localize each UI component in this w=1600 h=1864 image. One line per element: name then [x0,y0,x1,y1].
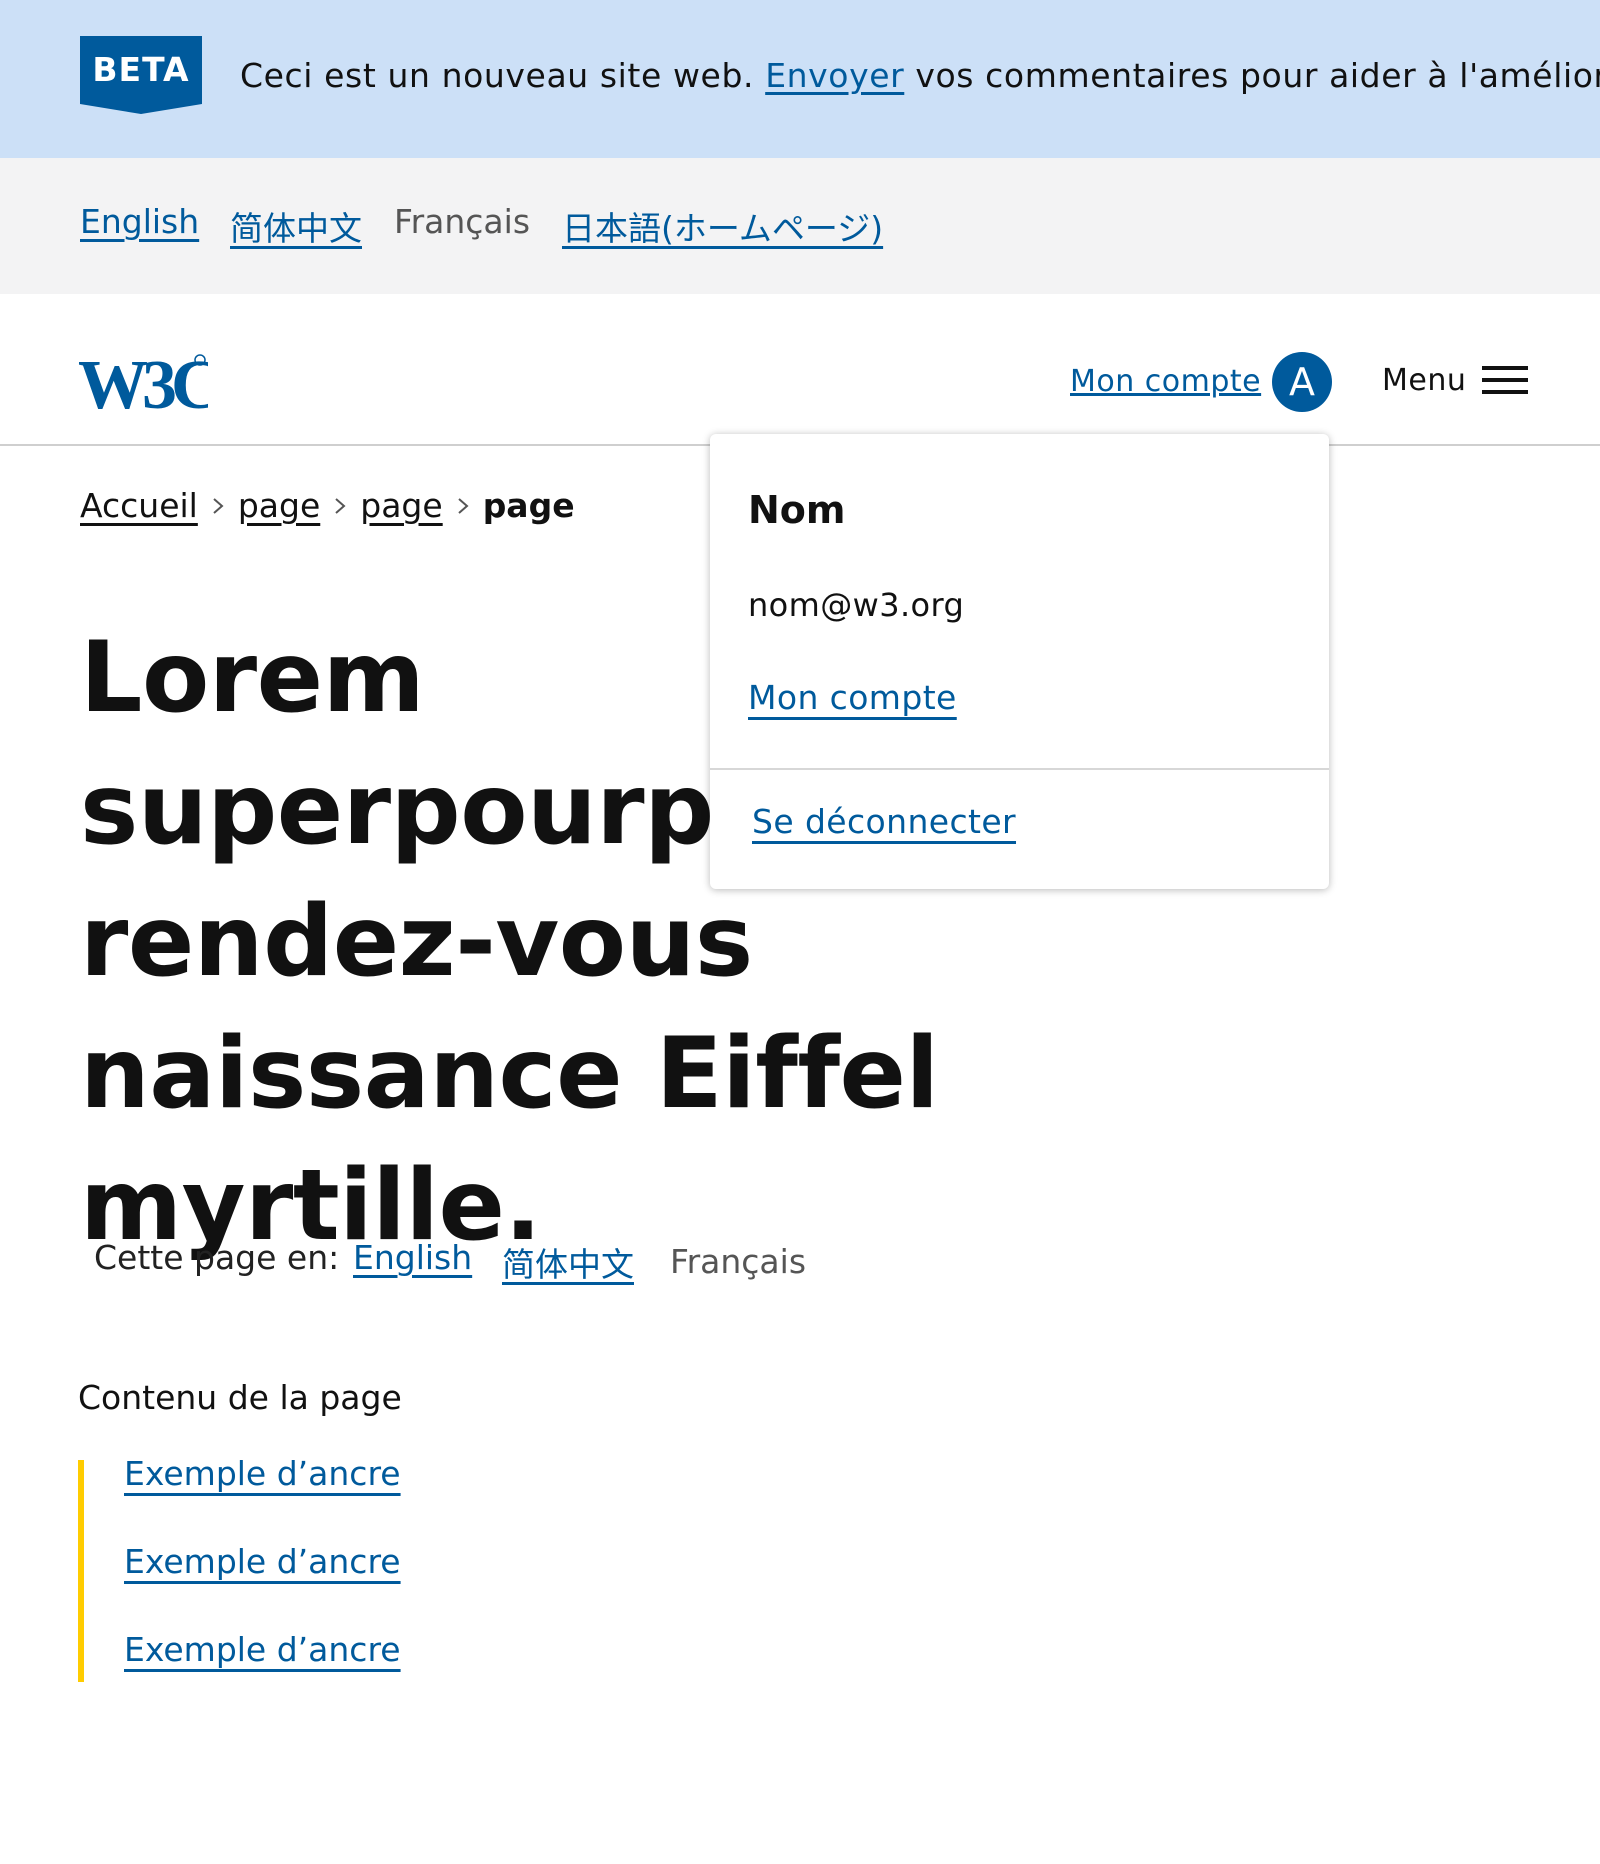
breadcrumb-current: page [482,486,575,525]
lang-link-chinese[interactable]: 简体中文 [230,202,362,250]
hamburger-icon [1482,366,1529,394]
toc-link-3[interactable]: Exemple d’ancre [124,1630,401,1669]
toc-link-1[interactable]: Exemple d’ancre [124,1454,401,1493]
dropdown-user-name: Nom [748,488,846,532]
lang-current-french: Français [394,202,531,241]
menu-label: Menu [1382,362,1467,398]
beta-text-after: vos commentaires pour aider à l'améliore… [915,56,1600,95]
beta-badge: BETA [80,36,202,114]
page-lang-english[interactable]: English [353,1238,472,1277]
chevron-right-icon [213,497,224,514]
language-bar: English 简体中文 Français 日本語(ホームページ) [0,158,1600,294]
chevron-right-icon [335,497,346,514]
w3c-logo[interactable]: W3C [78,347,223,424]
toc-link-2[interactable]: Exemple d’ancre [124,1542,401,1581]
beta-badge-label: BETA [92,50,190,89]
page-languages-label: Cette page en: [94,1238,340,1277]
page-lang-chinese[interactable]: 简体中文 [502,1238,634,1286]
beta-text-before: Ceci est un nouveau site web. [240,56,755,95]
account-link[interactable]: Mon compte [1070,364,1261,399]
toc-title: Contenu de la page [78,1378,402,1417]
site-header: W3C Mon compte A Menu [0,294,1600,446]
page-lang-current: Français [670,1242,807,1281]
menu-button[interactable]: Menu [1382,360,1529,400]
dropdown-user-email: nom@w3.org [748,586,965,624]
feedback-link[interactable]: Envoyer [765,56,904,95]
beta-message: Ceci est un nouveau site web. Envoyer vo… [240,56,1600,95]
account-dropdown: Nom nom@w3.org Mon compte Se déconnecter [710,434,1329,889]
lang-link-japanese[interactable]: 日本語(ホームページ) [562,202,883,250]
breadcrumb-home[interactable]: Accueil [80,486,198,525]
breadcrumb-page-1[interactable]: page [238,486,320,525]
dropdown-account-link[interactable]: Mon compte [748,678,957,717]
beta-banner: BETA Ceci est un nouveau site web. Envoy… [0,0,1600,158]
lang-link-english[interactable]: English [80,202,199,241]
logout-link[interactable]: Se déconnecter [752,802,1016,841]
svg-text:W3C: W3C [78,348,208,414]
avatar[interactable]: A [1272,352,1332,412]
dropdown-divider [710,768,1329,770]
breadcrumb-page-2[interactable]: page [360,486,442,525]
chevron-right-icon [458,497,469,514]
breadcrumb: Accueil page page page [80,486,575,525]
toc-accent-bar [78,1460,84,1682]
